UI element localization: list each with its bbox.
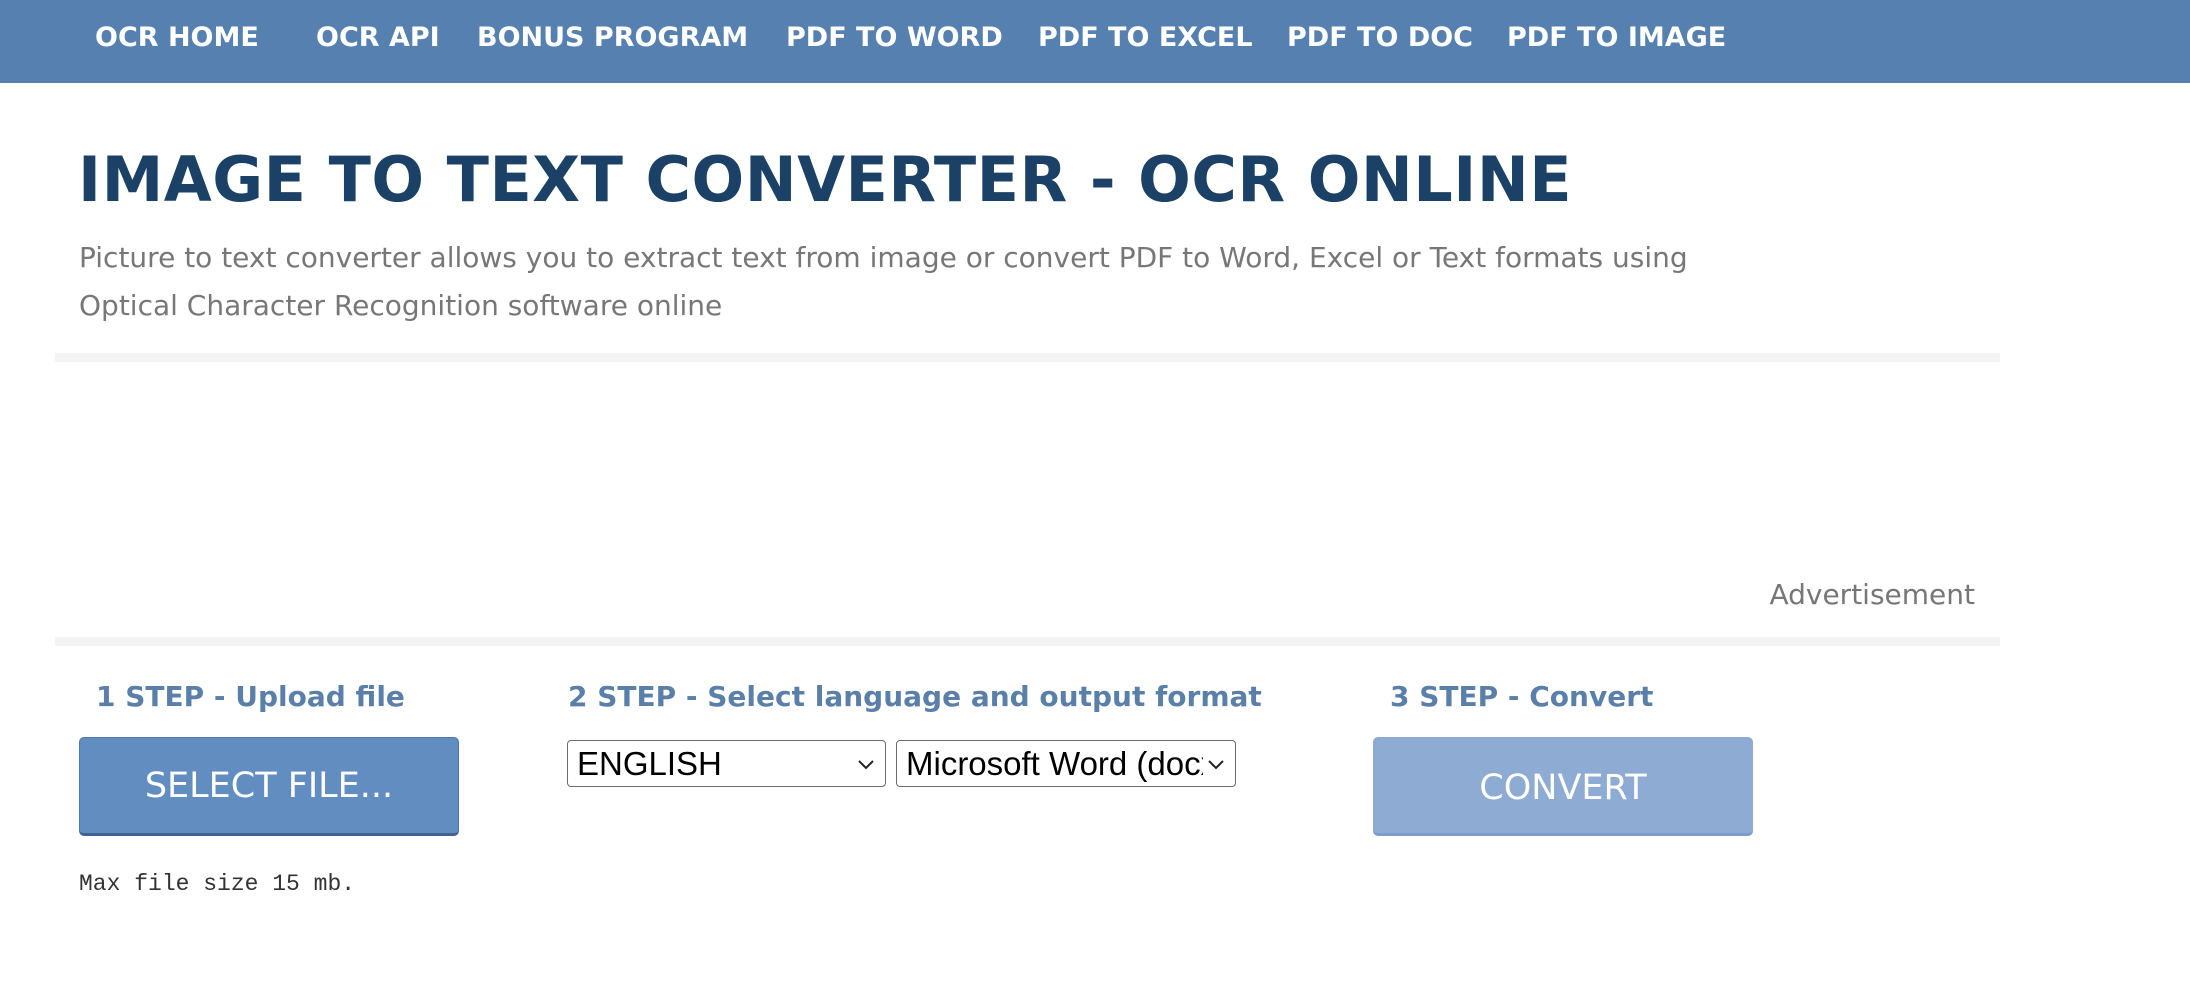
nav-pdf-to-word[interactable]: PDF TO WORD	[786, 20, 1003, 56]
page-title: IMAGE TO TEXT CONVERTER - OCR ONLINE	[78, 143, 1573, 216]
advertisement-label: Advertisement	[1769, 578, 1975, 611]
language-select[interactable]: ENGLISH	[567, 740, 886, 787]
chevron-down-icon	[1203, 741, 1229, 786]
chevron-down-icon	[853, 741, 879, 786]
select-file-button-label: SELECT FILE...	[144, 765, 394, 806]
select-file-button[interactable]: SELECT FILE...	[79, 737, 459, 836]
top-navigation: OCR HOME OCR API BONUS PROGRAM PDF TO WO…	[0, 0, 2190, 83]
step2-heading: 2 STEP - Select language and output form…	[568, 680, 1262, 713]
output-format-select-value: Microsoft Word (docx)	[906, 744, 1203, 782]
output-format-select[interactable]: Microsoft Word (docx)	[896, 740, 1236, 787]
nav-pdf-to-image[interactable]: PDF TO IMAGE	[1507, 20, 1726, 56]
convert-button-label: CONVERT	[1479, 768, 1647, 808]
advertisement-area[interactable]	[55, 362, 2000, 637]
ad-divider-bottom	[55, 637, 2000, 646]
nav-pdf-to-excel[interactable]: PDF TO EXCEL	[1038, 20, 1253, 56]
max-file-size-note: Max file size 15 mb.	[79, 871, 356, 897]
step1-heading: 1 STEP - Upload file	[96, 680, 405, 713]
step3-heading: 3 STEP - Convert	[1390, 680, 1654, 713]
convert-button[interactable]: CONVERT	[1373, 737, 1753, 836]
page-subtitle: Picture to text converter allows you to …	[79, 241, 1688, 322]
ad-divider-top	[55, 353, 2000, 362]
nav-ocr-api[interactable]: OCR API	[316, 20, 440, 56]
nav-bonus-program[interactable]: BONUS PROGRAM	[477, 20, 748, 56]
nav-pdf-to-doc[interactable]: PDF TO DOC	[1287, 20, 1473, 56]
language-select-value: ENGLISH	[577, 744, 722, 782]
nav-ocr-home[interactable]: OCR HOME	[95, 20, 259, 56]
